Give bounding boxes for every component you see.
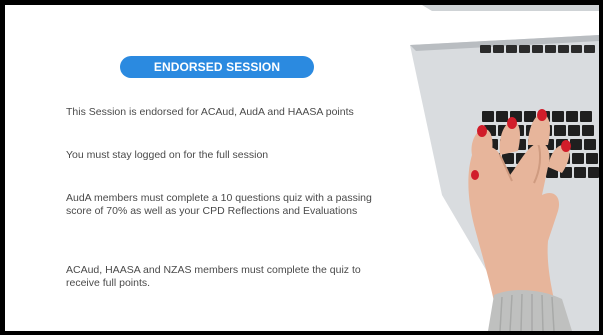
laptop-hand-image [410, 5, 599, 331]
slide-frame: ENDORSED SESSION This Session is endorse… [0, 0, 603, 335]
endorsed-session-badge: ENDORSED SESSION [120, 56, 314, 78]
stay-logged-on-text: You must stay logged on for the full ses… [66, 149, 269, 161]
slide: ENDORSED SESSION This Session is endorse… [5, 5, 599, 331]
acaud-requirements-text: ACAud, HAASA and NZAS members must compl… [66, 264, 361, 289]
auda-requirements-text: AudA members must complete a 10 question… [66, 192, 372, 217]
endorsement-text: This Session is endorsed for ACAud, AudA… [66, 106, 354, 118]
